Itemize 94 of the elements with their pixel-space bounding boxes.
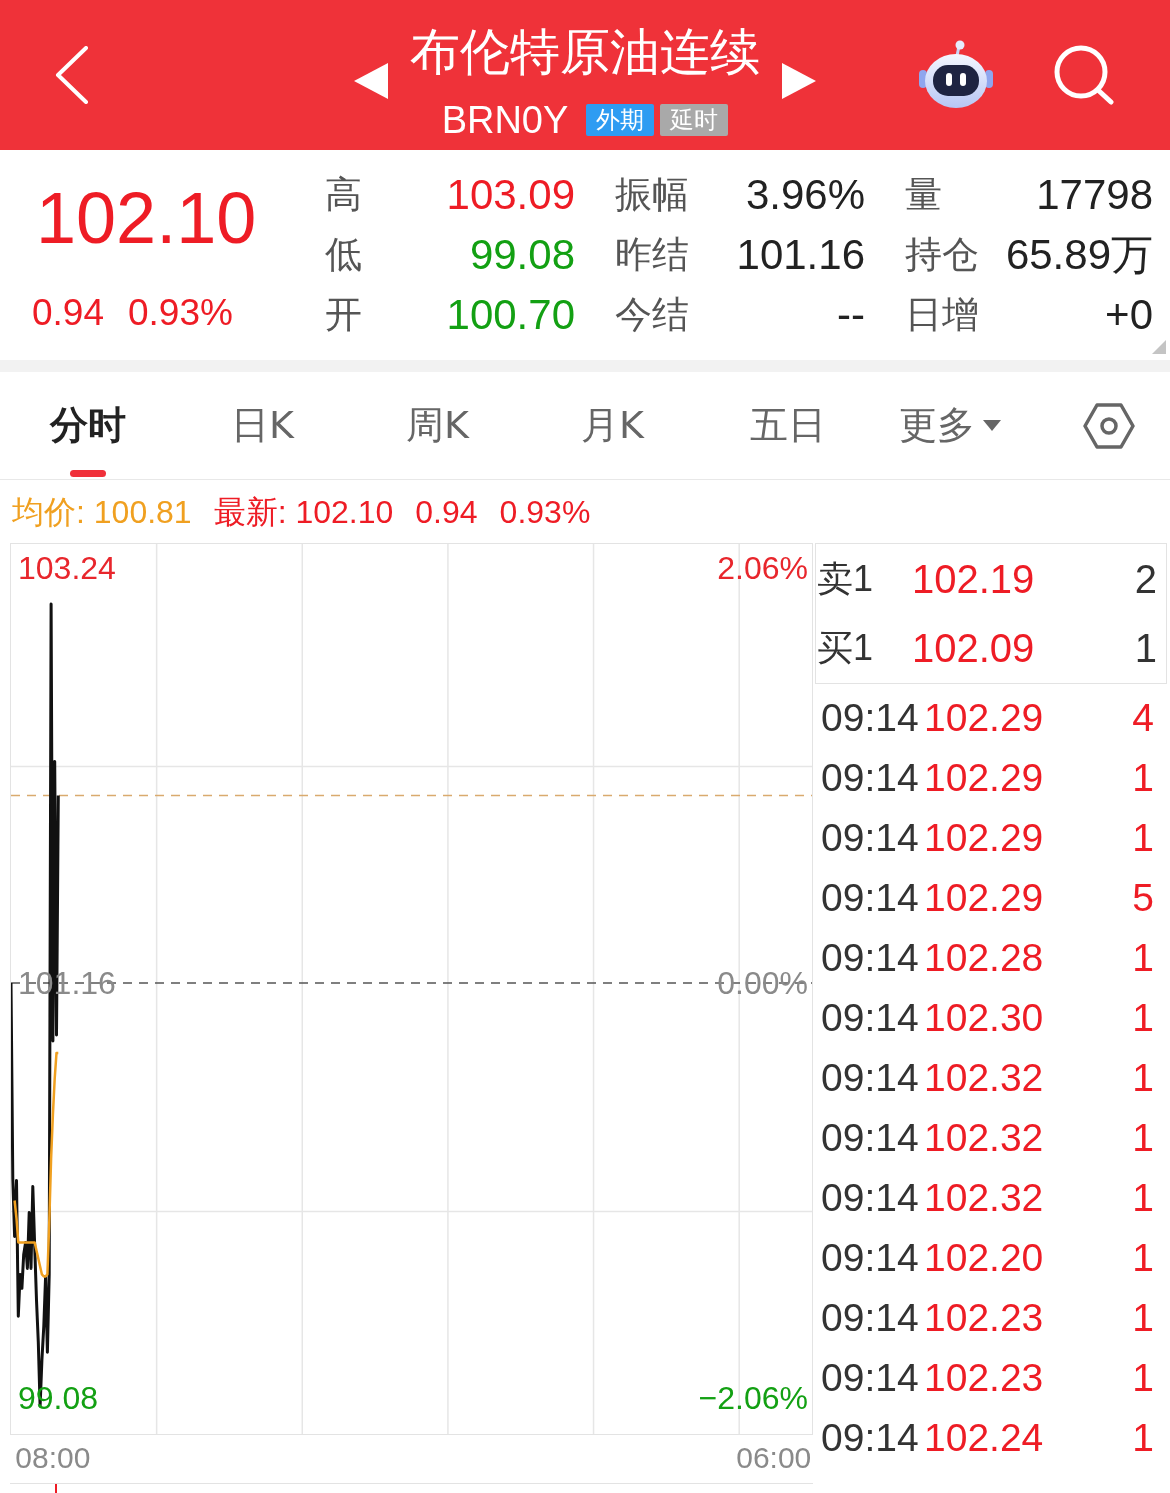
label-tag: 外期: [586, 103, 655, 136]
percent-axis-label: 2.06%: [717, 549, 808, 586]
stat-label: 昨结: [615, 232, 689, 278]
percent-axis-label: −2.06%: [698, 1380, 808, 1417]
trade-price: 102.32: [924, 1115, 1044, 1161]
trade-volume: 4: [1132, 695, 1154, 741]
trade-price: 102.29: [924, 875, 1044, 921]
order-side-label: 卖1: [817, 557, 875, 600]
stat-value: 101.16: [736, 231, 865, 279]
stat-value: 103.09: [446, 171, 575, 219]
stat-label: 日增: [905, 292, 979, 338]
quote-summary-text: 最新: 102.10: [213, 492, 394, 532]
quote-summary-text: 0.93%: [499, 492, 591, 532]
stat-label: 开: [325, 292, 362, 338]
quote-summary-text: 均价: 100.81: [12, 492, 192, 532]
stat-value: 65.89万: [1005, 231, 1153, 279]
trade-volume: 1: [1132, 1175, 1154, 1221]
chart-tab[interactable]: 日K: [175, 372, 350, 479]
settings-icon[interactable]: [1083, 402, 1135, 449]
trade-time: 09:14: [821, 935, 919, 981]
corner-triangle-icon: [1152, 340, 1166, 354]
trade-volume: 1: [1132, 1055, 1154, 1101]
trade-volume: 1: [1132, 1115, 1154, 1161]
chart-tab[interactable]: 月K: [525, 372, 700, 479]
percent-axis-label: 0.00%: [717, 965, 808, 1001]
trade-price: 102.29: [924, 755, 1044, 801]
trade-price: 102.29: [924, 695, 1044, 741]
chart-tab[interactable]: 周K: [350, 372, 525, 479]
trade-time: 09:14: [821, 695, 919, 741]
stat-label: 低: [325, 232, 362, 278]
trade-time: 09:14: [821, 815, 919, 861]
trade-time: 09:14: [821, 995, 919, 1041]
price-axis-label: 103.24: [18, 549, 116, 586]
trade-price: 102.24: [924, 1415, 1044, 1461]
trade-time: 09:14: [821, 1295, 919, 1341]
stat-label: 今结: [615, 292, 689, 338]
stat-value: +0: [1105, 291, 1153, 339]
order-volume: 2: [1134, 555, 1157, 602]
trade-time: 09:14: [821, 1175, 919, 1221]
trade-time: 09:14: [821, 1115, 919, 1161]
chart-tab[interactable]: 五日: [700, 372, 875, 479]
instrument-title: 布伦特原油连续: [410, 21, 760, 83]
trade-time: 09:14: [821, 1055, 919, 1101]
time-axis-label: 08:00: [15, 1440, 91, 1476]
trade-time: 09:14: [821, 1415, 919, 1461]
stat-label: 振幅: [615, 172, 689, 218]
stat-label: 高: [325, 172, 362, 218]
trade-price: 102.30: [924, 995, 1044, 1041]
back-icon[interactable]: [55, 46, 89, 104]
stat-value: 3.96%: [745, 171, 865, 219]
trade-volume: 1: [1132, 1415, 1154, 1461]
stat-label: 持仓: [905, 232, 979, 278]
stat-value: 100.70: [446, 291, 575, 339]
search-icon[interactable]: [1053, 45, 1115, 105]
trade-price: 102.23: [924, 1355, 1044, 1401]
trade-price: 102.29: [924, 815, 1044, 861]
trade-price: 102.32: [924, 1175, 1044, 1221]
stat-value: 99.08: [469, 231, 575, 279]
trade-volume: 1: [1132, 755, 1154, 801]
trade-volume: 1: [1132, 1235, 1154, 1281]
trade-time: 09:14: [821, 755, 919, 801]
right-triangle-icon[interactable]: [782, 63, 816, 99]
trade-price: 102.20: [924, 1235, 1044, 1281]
trade-volume: 1: [1132, 995, 1154, 1041]
chart-tab[interactable]: 分时: [0, 372, 175, 479]
trade-time: 09:14: [821, 1235, 919, 1281]
chart-tab[interactable]: 更多: [875, 372, 1025, 479]
stat-label: 量: [905, 172, 942, 218]
time-axis-label: 06:00: [736, 1440, 812, 1476]
stat-value: --: [837, 291, 865, 339]
trade-volume: 1: [1132, 1355, 1154, 1401]
trade-price: 102.28: [924, 935, 1044, 981]
label-tag: 延时: [660, 103, 729, 136]
quote-summary-text: 0.94: [415, 492, 478, 532]
trade-price: 102.32: [924, 1055, 1044, 1101]
order-volume: 1: [1134, 625, 1157, 672]
caret-icon: [983, 420, 1001, 431]
trade-volume: 1: [1132, 815, 1154, 861]
instrument-code: BRN0Y: [441, 97, 569, 142]
last-price: 102.10: [36, 180, 258, 256]
trade-time: 09:14: [821, 1355, 919, 1401]
robot-icon[interactable]: [919, 40, 993, 110]
order-price: 102.09: [912, 625, 1035, 672]
change-value: 0.93%: [128, 291, 233, 335]
trade-time: 09:14: [821, 875, 919, 921]
order-price: 102.19: [912, 555, 1035, 602]
stat-value: 17798: [1036, 171, 1153, 219]
trade-volume: 1: [1132, 1295, 1154, 1341]
change-value: 0.94: [32, 291, 104, 335]
trade-price: 102.23: [924, 1295, 1044, 1341]
order-side-label: 买1: [817, 627, 875, 670]
trade-volume: 5: [1132, 875, 1154, 921]
trade-volume: 1: [1132, 935, 1154, 981]
left-triangle-icon[interactable]: [354, 63, 388, 99]
